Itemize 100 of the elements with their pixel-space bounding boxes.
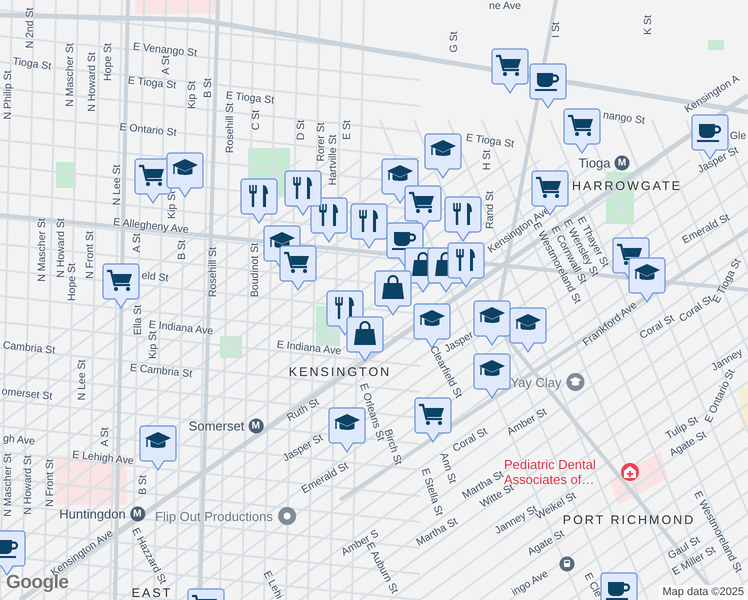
coffee-cup-marker[interactable]	[529, 63, 567, 109]
fork-and-knife-icon	[319, 203, 338, 226]
street-label: Rorer St	[315, 122, 327, 162]
fork-and-knife-marker[interactable]	[447, 242, 485, 288]
shopping-cart-icon	[284, 252, 309, 273]
street-label: E Cambria St	[129, 362, 193, 380]
street-label: Kip St	[186, 81, 198, 109]
graduation-cap-icon	[145, 432, 171, 448]
station-label: Tioga	[578, 156, 611, 170]
graduation-cap-icon	[634, 264, 660, 280]
park-area	[708, 40, 724, 50]
shopping-cart-marker[interactable]	[279, 245, 317, 291]
street-label: E Tioga St	[465, 132, 515, 150]
place-label: Flip Out Productions	[155, 508, 273, 524]
street-label: Kip St	[147, 331, 159, 359]
shopping-cart-icon	[568, 114, 593, 136]
graduation-cap-marker[interactable]	[628, 257, 666, 303]
street-label: N Mascher St	[2, 453, 14, 517]
shopping-cart-icon	[139, 164, 164, 186]
street-label: I St	[550, 22, 562, 38]
graduation-cap-marker[interactable]	[473, 300, 511, 346]
fork-and-knife-icon	[293, 176, 312, 199]
street-label: N Howard St	[55, 218, 67, 278]
coffee-cup-icon	[392, 232, 416, 250]
street-label: N Mascher St	[36, 218, 48, 282]
shopping-bag-marker[interactable]	[374, 270, 412, 316]
street-label: C St	[250, 110, 262, 130]
street-label: B St	[202, 78, 214, 98]
street-label: E Ontario St	[118, 121, 178, 139]
hospital-icon	[620, 462, 640, 482]
metro-badge: M	[130, 506, 145, 522]
street-label: E St	[341, 120, 353, 140]
coffee-cup-icon	[697, 124, 721, 142]
street-label: Ruth St	[284, 396, 322, 424]
street-label: N Lee St	[76, 360, 88, 400]
street-label: Rosehill St	[207, 246, 219, 298]
fork-and-knife-marker[interactable]	[284, 170, 322, 216]
graduation-cap-marker[interactable]	[509, 307, 547, 353]
street-label: Rosehill St	[224, 102, 236, 154]
shopping-cart-icon	[419, 404, 444, 425]
graduation-cap-icon	[430, 140, 456, 156]
shopping-cart-icon	[496, 54, 521, 76]
graduation-cap-marker[interactable]	[139, 425, 177, 471]
graduation-cap-marker[interactable]	[328, 407, 366, 453]
street-label: K St	[642, 15, 654, 35]
neighborhood-label: HARROWGATE	[572, 179, 682, 193]
street-label: nango St	[602, 109, 646, 127]
shopping-bag-icon	[354, 321, 376, 345]
coffee-cup-icon	[606, 582, 630, 600]
neighborhood-label: PORT RICHMOND	[562, 513, 696, 527]
street-label: gh Ave	[2, 432, 36, 448]
fork-and-knife-marker[interactable]	[350, 203, 388, 249]
shopping-bag-icon	[382, 275, 404, 299]
street-label: B St	[176, 240, 188, 260]
shopping-cart-icon	[536, 176, 561, 198]
fork-and-knife-icon	[456, 248, 475, 271]
graduation-cap-marker[interactable]	[473, 353, 511, 399]
bus-stop-icon	[559, 556, 575, 572]
street-label: Boudinot St	[249, 242, 261, 298]
street-label: Hartville St	[327, 134, 339, 186]
station-label: Somerset	[188, 418, 244, 434]
fork-and-knife-icon	[335, 296, 354, 319]
fork-and-knife-icon	[359, 209, 378, 232]
street-label: Cambria St	[2, 339, 56, 357]
street-label: N Howard St	[22, 455, 34, 515]
graduation-cap-icon	[334, 414, 360, 430]
metro-badge: M	[248, 418, 264, 434]
street-label: Gle	[730, 130, 746, 142]
station-label: Huntingdon	[59, 506, 126, 522]
street-label: Ella St	[132, 304, 144, 336]
street-label: N Mascher St	[64, 43, 76, 107]
street-label: E Cle	[582, 570, 604, 600]
shopping-cart-marker[interactable]	[563, 108, 601, 154]
fork-and-knife-icon	[453, 202, 472, 225]
metro-badge: M	[614, 156, 630, 170]
fork-and-knife-marker[interactable]	[310, 197, 348, 243]
shopping-bag-marker[interactable]	[346, 316, 384, 362]
street-label: N Front St	[44, 459, 56, 507]
location-pin-icon	[276, 506, 297, 526]
coffee-cup-icon	[0, 540, 18, 558]
map-attribution[interactable]: Map data ©2025	[658, 585, 748, 600]
street-label: N Howard St	[86, 52, 98, 112]
street-label: omerset St	[1, 385, 53, 403]
neighborhood-label: EAST	[132, 586, 172, 600]
street-label: E Lehi	[260, 569, 286, 600]
street-label: E Lehigh Ave	[72, 448, 134, 468]
graduation-cap-marker[interactable]	[424, 133, 462, 179]
shopping-cart-marker[interactable]	[414, 397, 452, 443]
shopping-cart-icon	[107, 270, 132, 291]
street-label: Coral St	[638, 312, 676, 342]
street-label: E Tioga St	[127, 74, 177, 92]
graduation-cap-icon	[419, 310, 445, 326]
street-label: D St	[295, 120, 307, 140]
fork-and-knife-marker[interactable]	[240, 178, 278, 224]
shopping-cart-marker[interactable]	[491, 48, 529, 94]
graduation-cap-icon	[479, 307, 505, 323]
place-label: Yay Clay	[510, 374, 562, 390]
street-label: G St	[448, 32, 460, 52]
fork-and-knife-marker[interactable]	[444, 196, 482, 242]
street-label: ne Ave	[489, 0, 521, 12]
